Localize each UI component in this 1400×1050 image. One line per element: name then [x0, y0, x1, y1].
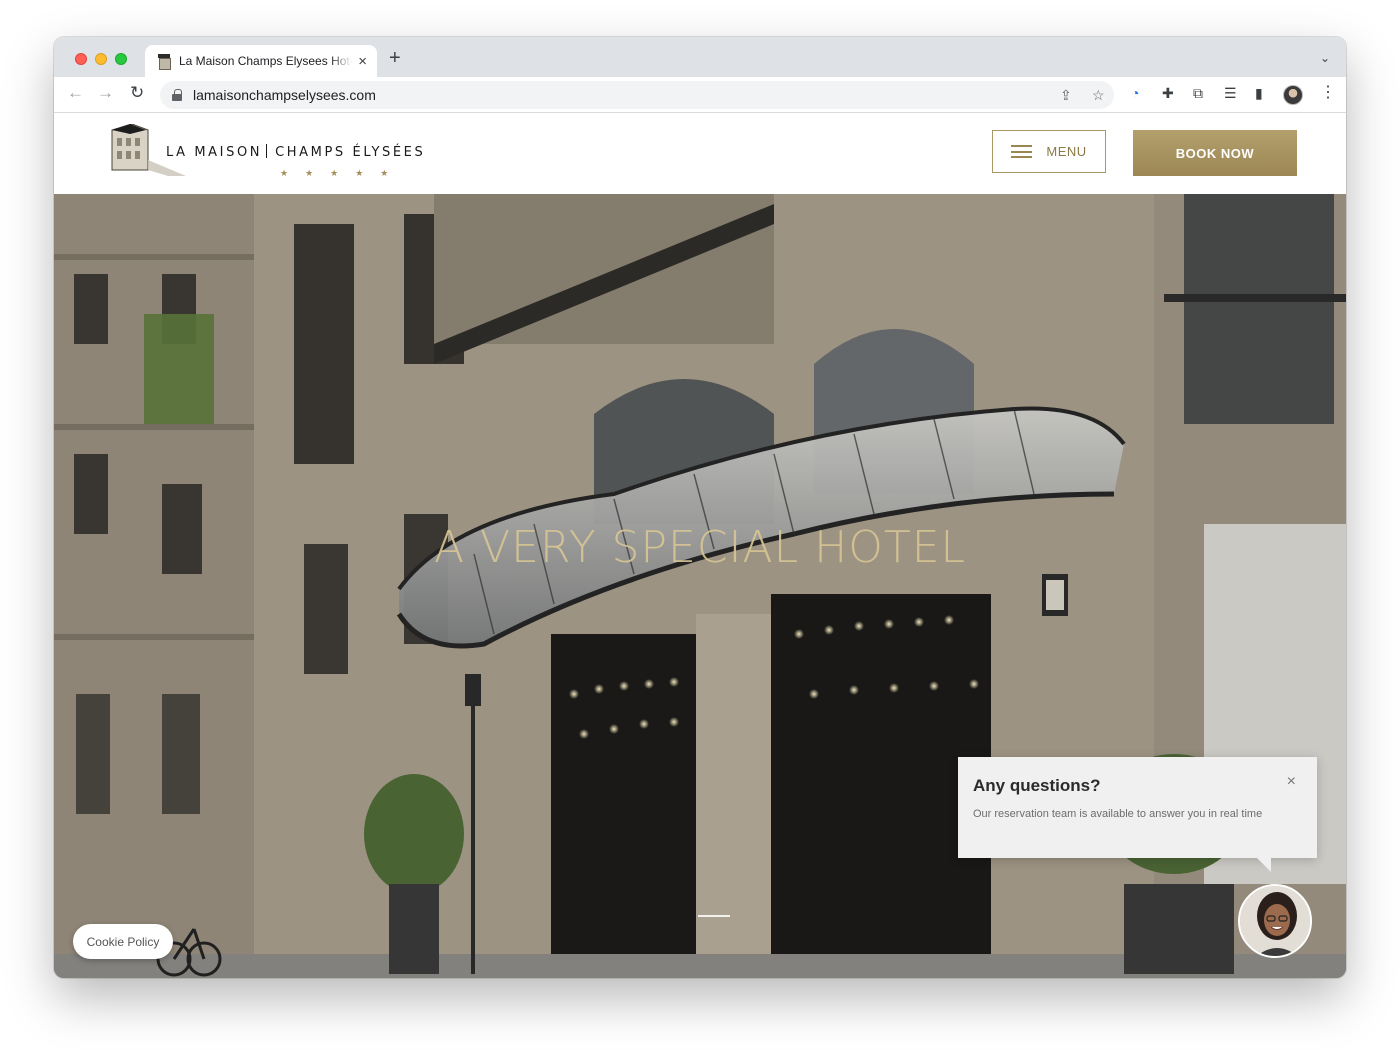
browser-toolbar: ← → ↻ lamaisonchampselysees.com ⇪ ☆ ◔ ✚ …	[54, 77, 1346, 113]
tab-list-chevron-icon[interactable]: ⌄	[1320, 51, 1330, 65]
browser-window: La Maison Champs Elysees Hotel × + ⌄ ← →…	[54, 37, 1346, 978]
hotel-facade-image	[54, 194, 1346, 978]
address-bar[interactable]: lamaisonchampselysees.com ⇪ ☆	[160, 81, 1114, 109]
cookie-policy-button[interactable]: Cookie Policy	[73, 924, 173, 959]
agent-portrait-icon	[1240, 886, 1310, 956]
extension-icon[interactable]: ◔	[1131, 86, 1139, 100]
logo-wordmark: LA MAISON CHAMPS ÉLYSÉES	[166, 144, 425, 160]
reading-list-icon[interactable]: ☰	[1224, 86, 1237, 100]
menu-button[interactable]: MENU	[992, 130, 1106, 173]
site-header: LA MAISON CHAMPS ÉLYSÉES ★★★★★ MENU BOOK …	[54, 114, 1346, 194]
favicon-icon	[157, 54, 171, 70]
cast-icon[interactable]: ⧉	[1193, 86, 1203, 100]
side-panel-icon[interactable]: ▮	[1255, 86, 1263, 100]
tab-title: La Maison Champs Elysees Hotel	[179, 54, 353, 68]
chat-agent-avatar[interactable]	[1238, 884, 1312, 958]
logo-text-left: LA MAISON	[166, 145, 263, 160]
share-icon[interactable]: ⇪	[1060, 88, 1072, 102]
chat-message: Our reservation team is available to ans…	[973, 808, 1263, 820]
browser-tab[interactable]: La Maison Champs Elysees Hotel ×	[145, 45, 377, 77]
logo-stars: ★★★★★	[280, 168, 406, 178]
tab-close-icon[interactable]: ×	[358, 54, 367, 69]
hero-title: A VERY SPECIAL HOTEL	[433, 522, 967, 573]
extensions-puzzle-icon[interactable]: ✚	[1162, 86, 1174, 100]
back-arrow-icon[interactable]: ←	[67, 84, 84, 101]
reload-icon[interactable]: ↻	[130, 84, 144, 101]
logo-text-right: CHAMPS ÉLYSÉES	[275, 145, 426, 160]
url-text[interactable]: lamaisonchampselysees.com	[193, 87, 376, 103]
book-now-button[interactable]: BOOK NOW	[1133, 130, 1297, 176]
bookmark-star-icon[interactable]: ☆	[1092, 88, 1105, 102]
logo-divider	[266, 144, 268, 158]
website: LA MAISON CHAMPS ÉLYSÉES ★★★★★ MENU BOOK …	[54, 114, 1346, 978]
maximize-window-button[interactable]	[115, 53, 127, 65]
menu-label: MENU	[1046, 144, 1087, 159]
new-tab-icon[interactable]: +	[389, 48, 401, 68]
hamburger-icon	[1011, 145, 1033, 158]
hotel-logo[interactable]: LA MAISON CHAMPS ÉLYSÉES ★★★★★	[106, 124, 446, 184]
lock-icon[interactable]	[172, 89, 182, 101]
profile-avatar[interactable]	[1283, 85, 1303, 105]
minimize-window-button[interactable]	[95, 53, 107, 65]
chat-title: Any questions?	[973, 776, 1101, 795]
slider-indicator[interactable]	[698, 915, 730, 917]
hero-banner: A VERY SPECIAL HOTEL Cookie Policy Any q…	[54, 194, 1346, 978]
chat-close-icon[interactable]: ×	[1287, 774, 1296, 790]
tab-strip: La Maison Champs Elysees Hotel × + ⌄	[54, 37, 1346, 77]
forward-arrow-icon[interactable]: →	[97, 84, 114, 101]
chat-popup: Any questions? Our reservation team is a…	[958, 757, 1317, 872]
close-window-button[interactable]	[75, 53, 87, 65]
more-menu-icon[interactable]: ⋮	[1320, 85, 1336, 101]
